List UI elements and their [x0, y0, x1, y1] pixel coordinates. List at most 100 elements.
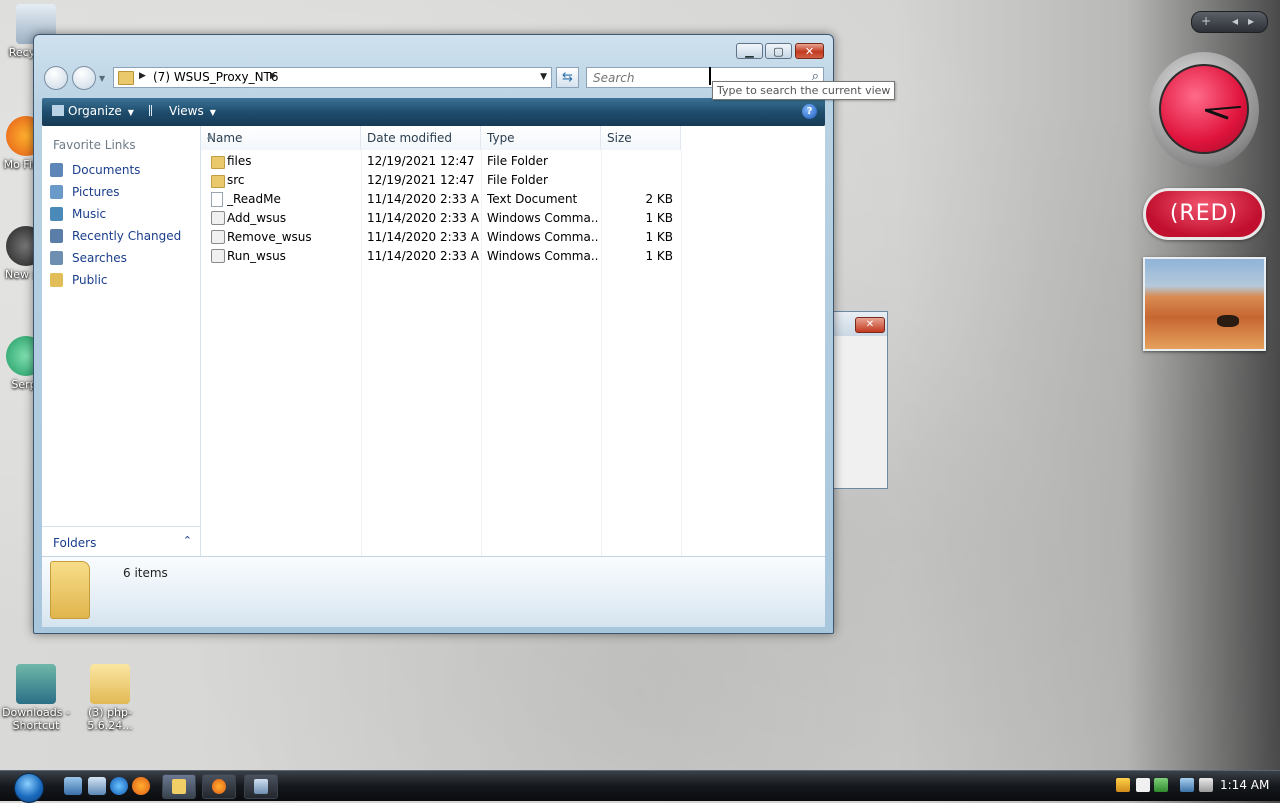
nav-item-label: Recently Changed: [72, 229, 182, 243]
address-dropdown-icon[interactable]: ▼: [540, 72, 547, 82]
file-row[interactable]: _ReadMe 11/14/2020 2:33 AM Text Document 2 …: [201, 190, 721, 209]
maximize-button[interactable]: ▢: [765, 43, 792, 59]
file-type: Windows Comma...: [487, 249, 599, 263]
network-icon[interactable]: [1180, 778, 1194, 792]
details-pane: 6 items: [42, 556, 825, 627]
column-header-name[interactable]: Name ▲: [201, 126, 361, 150]
file-type: File Folder: [487, 173, 548, 187]
taskbar-app-button[interactable]: [244, 774, 278, 799]
file-size: 2 KB: [645, 192, 673, 206]
column-header-size[interactable]: Size: [601, 126, 681, 150]
file-row[interactable]: src 12/19/2021 12:47 ... File Folder: [201, 171, 721, 190]
refresh-button[interactable]: ⇆: [556, 67, 579, 88]
red-gadget[interactable]: (RED): [1143, 188, 1265, 240]
command-script-icon: [211, 230, 225, 244]
forward-button[interactable]: [72, 66, 96, 90]
desktop-icon-label: Recy: [8, 46, 36, 59]
pictures-icon: [50, 185, 63, 199]
text-document-icon: [211, 192, 223, 207]
text-cursor-icon: [709, 67, 711, 85]
show-desktop-icon[interactable]: [64, 777, 82, 795]
organize-icon: [52, 105, 64, 116]
taskbar-explorer-button[interactable]: [162, 774, 196, 799]
nav-item-searches[interactable]: Searches: [48, 248, 198, 268]
previous-page-icon[interactable]: ◂: [1232, 14, 1238, 28]
file-name: Run_wsus: [227, 249, 286, 263]
nav-item-label: Pictures: [72, 185, 120, 199]
desktop-icon-php-folder[interactable]: (3) php-5.6.24...: [68, 664, 152, 732]
maximize-icon: ▢: [773, 44, 784, 58]
address-bar[interactable]: ▶ (7) WSUS_Proxy_NT6 ▶ ▼: [113, 67, 552, 88]
command-bar: Organize ▼ Views ▼ ?: [42, 98, 825, 126]
breadcrumb-separator-icon[interactable]: ▶: [139, 71, 146, 81]
security-shield-icon[interactable]: [1116, 778, 1130, 792]
file-row[interactable]: Remove_wsus 11/14/2020 2:33 AM Windows Com…: [201, 228, 721, 247]
nav-item-music[interactable]: Music: [48, 204, 198, 224]
column-header-label: Type: [487, 131, 515, 145]
start-button[interactable]: [10, 771, 54, 803]
watch-face: [1159, 64, 1249, 154]
column-header-date-modified[interactable]: Date modified: [361, 126, 481, 150]
searches-icon: [50, 251, 63, 265]
file-date-modified: 11/14/2020 2:33 AM: [367, 211, 479, 225]
minimize-icon: ▁: [745, 44, 754, 58]
explorer-window[interactable]: ▁ ▢ ✕ ▼ ▶ (7) WSUS_Proxy_NT6 ▶ ▼ ⇆ ⌕ Org…: [33, 34, 834, 634]
file-size: 1 KB: [645, 230, 673, 244]
nav-item-recently-changed[interactable]: Recently Changed: [48, 226, 198, 246]
nav-item-pictures[interactable]: Pictures: [48, 182, 198, 202]
background-dialog-close-button[interactable]: ✕: [855, 317, 885, 333]
file-date-modified: 11/14/2020 2:33 AM: [367, 249, 479, 263]
file-name: files: [227, 154, 252, 168]
column-header-label: Size: [607, 131, 632, 145]
firefox-icon: [212, 779, 226, 794]
organize-label: Organize: [68, 104, 122, 118]
breadcrumb-current[interactable]: (7) WSUS_Proxy_NT6: [153, 70, 279, 84]
add-gadget-icon[interactable]: +: [1201, 14, 1211, 28]
folders-toggle[interactable]: Folders ⌃: [42, 526, 200, 557]
file-list[interactable]: Name ▲ Date modified Type Size files 12/1…: [201, 126, 825, 556]
clock-gadget[interactable]: [1145, 48, 1263, 172]
minimize-button[interactable]: ▁: [736, 43, 763, 59]
folders-label: Folders: [53, 536, 97, 550]
close-icon: ✕: [804, 44, 815, 58]
file-name: src: [227, 173, 245, 187]
item-count: 6 items: [123, 566, 168, 580]
file-name: Remove_wsus: [227, 230, 312, 244]
back-button[interactable]: [44, 66, 68, 90]
favorite-links-title: Favorite Links: [53, 138, 136, 152]
command-script-icon: [211, 211, 225, 225]
file-type: Windows Comma...: [487, 230, 599, 244]
breadcrumb-separator-icon[interactable]: ▶: [270, 71, 277, 81]
switch-windows-icon[interactable]: [88, 777, 106, 795]
nav-item-public[interactable]: Public: [48, 270, 198, 290]
chevron-up-icon: ⌃: [182, 534, 192, 547]
nav-item-documents[interactable]: Documents: [48, 160, 198, 180]
taskbar-firefox-button[interactable]: [202, 774, 236, 799]
slideshow-gadget[interactable]: [1143, 257, 1266, 351]
file-row[interactable]: files 12/19/2021 12:47 ... File Folder: [201, 152, 721, 171]
volume-muted-icon[interactable]: [1199, 778, 1213, 792]
file-row[interactable]: Run_wsus 11/14/2020 2:33 AM Windows Comma.…: [201, 247, 721, 266]
background-dialog[interactable]: ✕: [833, 311, 888, 489]
taskbar-clock[interactable]: 1:14 AM: [1220, 778, 1269, 792]
file-row[interactable]: Add_wsus 11/14/2020 2:33 AM Windows Comma.…: [201, 209, 721, 228]
folder-icon: [50, 561, 90, 619]
help-icon[interactable]: ?: [802, 104, 817, 119]
nav-item-label: Searches: [72, 251, 127, 265]
recent-pages-chevron-icon[interactable]: ▼: [99, 74, 105, 83]
organize-button[interactable]: Organize ▼: [52, 104, 134, 118]
file-date-modified: 11/14/2020 2:33 AM: [367, 192, 479, 206]
firefox-icon[interactable]: [132, 777, 150, 795]
command-script-icon: [211, 249, 225, 263]
file-name: _ReadMe: [227, 192, 281, 206]
app-window-icon: [254, 779, 268, 794]
tray-app-icon[interactable]: [1136, 778, 1150, 792]
file-type: Text Document: [487, 192, 578, 206]
column-header-type[interactable]: Type: [481, 126, 601, 150]
close-button[interactable]: ✕: [795, 43, 824, 59]
internet-explorer-icon[interactable]: [110, 777, 128, 795]
tray-update-icon[interactable]: [1154, 778, 1168, 792]
views-button[interactable]: Views ▼: [149, 104, 216, 118]
file-type: File Folder: [487, 154, 548, 168]
next-page-icon[interactable]: ▸: [1248, 14, 1254, 28]
